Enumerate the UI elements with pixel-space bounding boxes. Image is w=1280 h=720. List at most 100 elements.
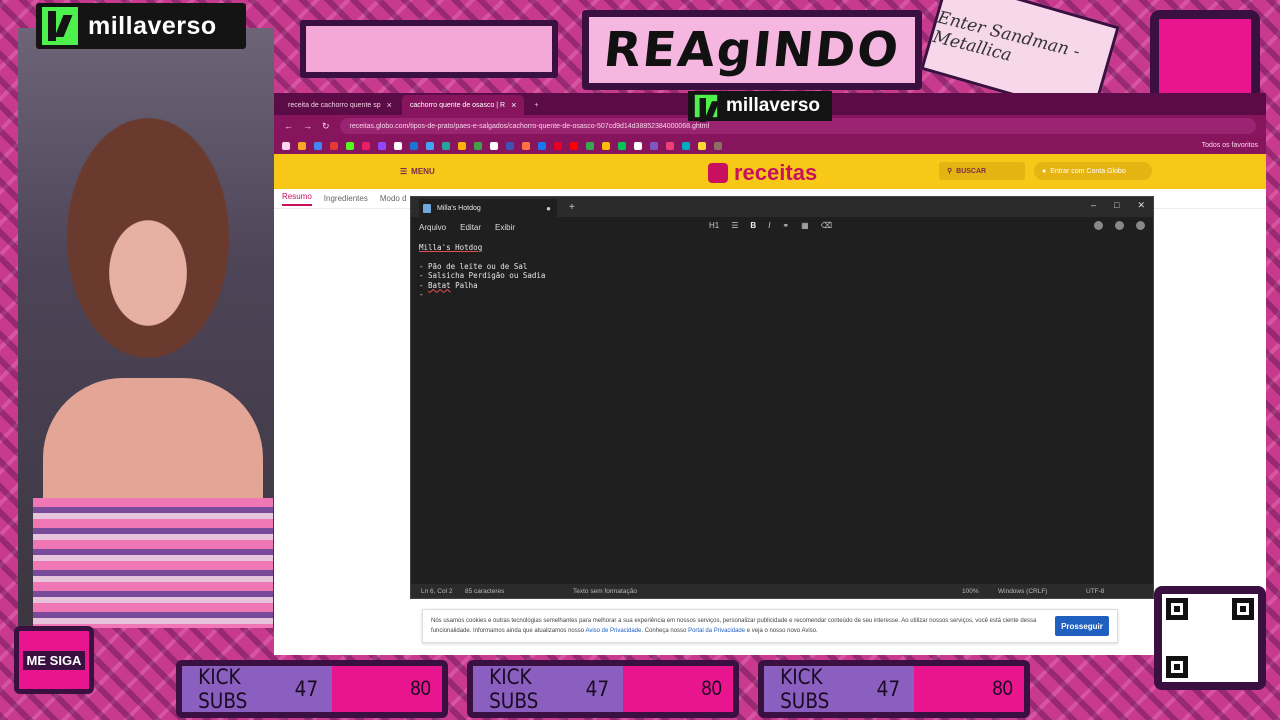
bookmark-icon[interactable] xyxy=(346,141,354,150)
site-logo[interactable]: receitas xyxy=(708,160,817,186)
italic-icon[interactable]: I xyxy=(768,221,770,230)
login-label: Entrar com Conta Globo xyxy=(1050,167,1126,175)
bookmark-icon[interactable] xyxy=(458,141,466,150)
tab-modo[interactable]: Modo d xyxy=(380,194,407,203)
webcam-feed xyxy=(18,28,274,628)
reagindo-banner: REAgINDO xyxy=(582,10,922,90)
cookie-text-2b: . Conheça nosso xyxy=(641,628,689,634)
back-icon[interactable]: ← xyxy=(284,121,293,131)
subs-goal-remaining: 80 xyxy=(914,666,1024,712)
reload-icon[interactable]: ↻ xyxy=(322,121,330,132)
menu-button[interactable]: ☰ MENU xyxy=(400,167,435,176)
cursor-position: Ln 6, Col 2 xyxy=(421,587,453,595)
new-tab-icon[interactable]: + xyxy=(569,202,575,213)
bookmark-icon[interactable] xyxy=(362,141,370,150)
proceed-button[interactable]: Prosseguir xyxy=(1055,616,1109,636)
bookmark-icon[interactable] xyxy=(442,141,450,150)
bookmark-icon[interactable] xyxy=(314,141,322,150)
note-line: - Salsicha Perdigão ou Sadia xyxy=(419,271,546,280)
bookmark-icon[interactable] xyxy=(554,141,562,150)
zoom-level[interactable]: 100% xyxy=(962,588,979,595)
bookmark-icon[interactable] xyxy=(330,141,338,150)
settings-icon[interactable] xyxy=(1136,221,1145,230)
bookmark-icon[interactable] xyxy=(538,141,546,150)
notepad-titlebar: Milla's Hotdog ● + – □ ✕ xyxy=(411,197,1153,217)
bookmarks-bar: Todos os favoritos xyxy=(274,137,1266,154)
bookmark-icon[interactable] xyxy=(682,141,690,150)
window-controls: – □ ✕ xyxy=(1091,200,1145,211)
line-ending[interactable]: Windows (CRLF) xyxy=(998,588,1047,595)
minimize-icon[interactable]: – xyxy=(1091,200,1096,211)
bookmark-icon[interactable] xyxy=(378,141,386,150)
bookmark-icon[interactable] xyxy=(282,141,290,150)
notepad-tab[interactable]: Milla's Hotdog ● xyxy=(419,199,557,217)
privacy-portal-link[interactable]: Portal da Privacidade xyxy=(688,628,745,634)
url-text: receitas.globo.com/tipos-de-prato/paes-e… xyxy=(349,122,710,130)
account-icon[interactable] xyxy=(1115,221,1124,230)
bookmark-icon[interactable] xyxy=(618,141,626,150)
char-count: 85 caracteres xyxy=(465,587,505,595)
qr-finder-icon xyxy=(1166,656,1188,678)
bookmark-icon[interactable] xyxy=(426,141,434,150)
bold-icon[interactable]: B xyxy=(750,221,756,230)
tab-ingredientes[interactable]: Ingredientes xyxy=(324,194,368,203)
menu-editar[interactable]: Editar xyxy=(460,223,481,232)
clear-format-icon[interactable]: ⌫ xyxy=(821,221,832,230)
bookmark-icon[interactable] xyxy=(586,141,594,150)
forward-icon[interactable]: → xyxy=(303,121,312,131)
follow-label: ME SIGA xyxy=(22,650,86,670)
bookmark-icon[interactable] xyxy=(698,141,706,150)
close-tab-icon[interactable]: × xyxy=(387,100,392,110)
unsaved-dot-icon[interactable]: ● xyxy=(546,204,551,213)
bookmark-icon[interactable] xyxy=(298,141,306,150)
menu-label: MENU xyxy=(411,167,435,176)
tab-resumo[interactable]: Resumo xyxy=(282,192,312,206)
list-icon[interactable]: ☰ xyxy=(731,221,738,230)
bookmark-icon[interactable] xyxy=(394,141,402,150)
logo-text: receitas xyxy=(734,160,818,185)
note-line: - Batat Palha xyxy=(419,281,1145,291)
close-icon[interactable]: ✕ xyxy=(1137,200,1145,211)
browser-tab[interactable]: receita de cachorro quente sp × xyxy=(280,95,400,115)
notepad-editor[interactable]: Milla's Hotdog - Pão de leite ou de Sal … xyxy=(411,237,1153,306)
privacy-notice-link[interactable]: Aviso de Privacidade xyxy=(585,628,641,634)
search-icon: ⚲ xyxy=(947,168,953,175)
table-icon[interactable]: ▦ xyxy=(801,221,809,230)
cookie-text-2a: funcionalidade. Informamos ainda que atu… xyxy=(431,628,586,634)
bookmark-icon[interactable] xyxy=(474,141,482,150)
notepad-tab-title: Milla's Hotdog xyxy=(437,204,481,212)
subs-label: KICK SUBS xyxy=(489,665,539,713)
misspelled-word: Batat xyxy=(428,280,451,290)
channel-watermark: millaverso xyxy=(688,91,832,122)
new-tab-icon[interactable]: + xyxy=(526,95,546,115)
bookmark-icon[interactable] xyxy=(410,141,418,150)
heading-dropdown[interactable]: H1 xyxy=(709,221,719,230)
link-icon[interactable]: ⚭ xyxy=(782,221,789,230)
tab-title: receita de cachorro quente sp xyxy=(288,101,381,109)
search-button[interactable]: ⚲ BUSCAR xyxy=(939,162,1025,180)
subs-goal-bar: KICK SUBS 47 80 xyxy=(758,660,1030,718)
bookmark-icon[interactable] xyxy=(714,141,722,150)
notepad-menubar: Arquivo Editar Exibir H1 ☰ B I ⚭ ▦ ⌫ xyxy=(411,217,1153,237)
bookmark-icon[interactable] xyxy=(634,141,642,150)
menu-exibir[interactable]: Exibir xyxy=(495,223,515,232)
maximize-icon[interactable]: □ xyxy=(1114,200,1119,211)
encoding[interactable]: UTF-8 xyxy=(1086,588,1104,595)
kick-logo-icon xyxy=(694,94,718,122)
all-favorites[interactable]: Todos os favoritos xyxy=(1202,142,1258,149)
note-line-suffix: Palha xyxy=(450,280,478,290)
browser-tab-active[interactable]: cachorro quente de osasco | R × xyxy=(401,95,525,115)
bookmark-icon[interactable] xyxy=(602,141,610,150)
bookmark-icon[interactable] xyxy=(522,141,530,150)
format-status[interactable]: Texto sem formatação xyxy=(573,588,637,595)
cookie-text-2c: e veja o nosso novo Aviso. xyxy=(745,628,818,634)
login-button[interactable]: ● Entrar com Conta Globo xyxy=(1034,162,1152,180)
bookmark-icon[interactable] xyxy=(650,141,658,150)
copilot-icon[interactable] xyxy=(1094,221,1103,230)
menu-arquivo[interactable]: Arquivo xyxy=(419,223,446,232)
close-tab-icon[interactable]: × xyxy=(511,100,516,110)
bookmark-icon[interactable] xyxy=(570,141,578,150)
bookmark-icon[interactable] xyxy=(490,141,498,150)
bookmark-icon[interactable] xyxy=(666,141,674,150)
bookmark-icon[interactable] xyxy=(506,141,514,150)
